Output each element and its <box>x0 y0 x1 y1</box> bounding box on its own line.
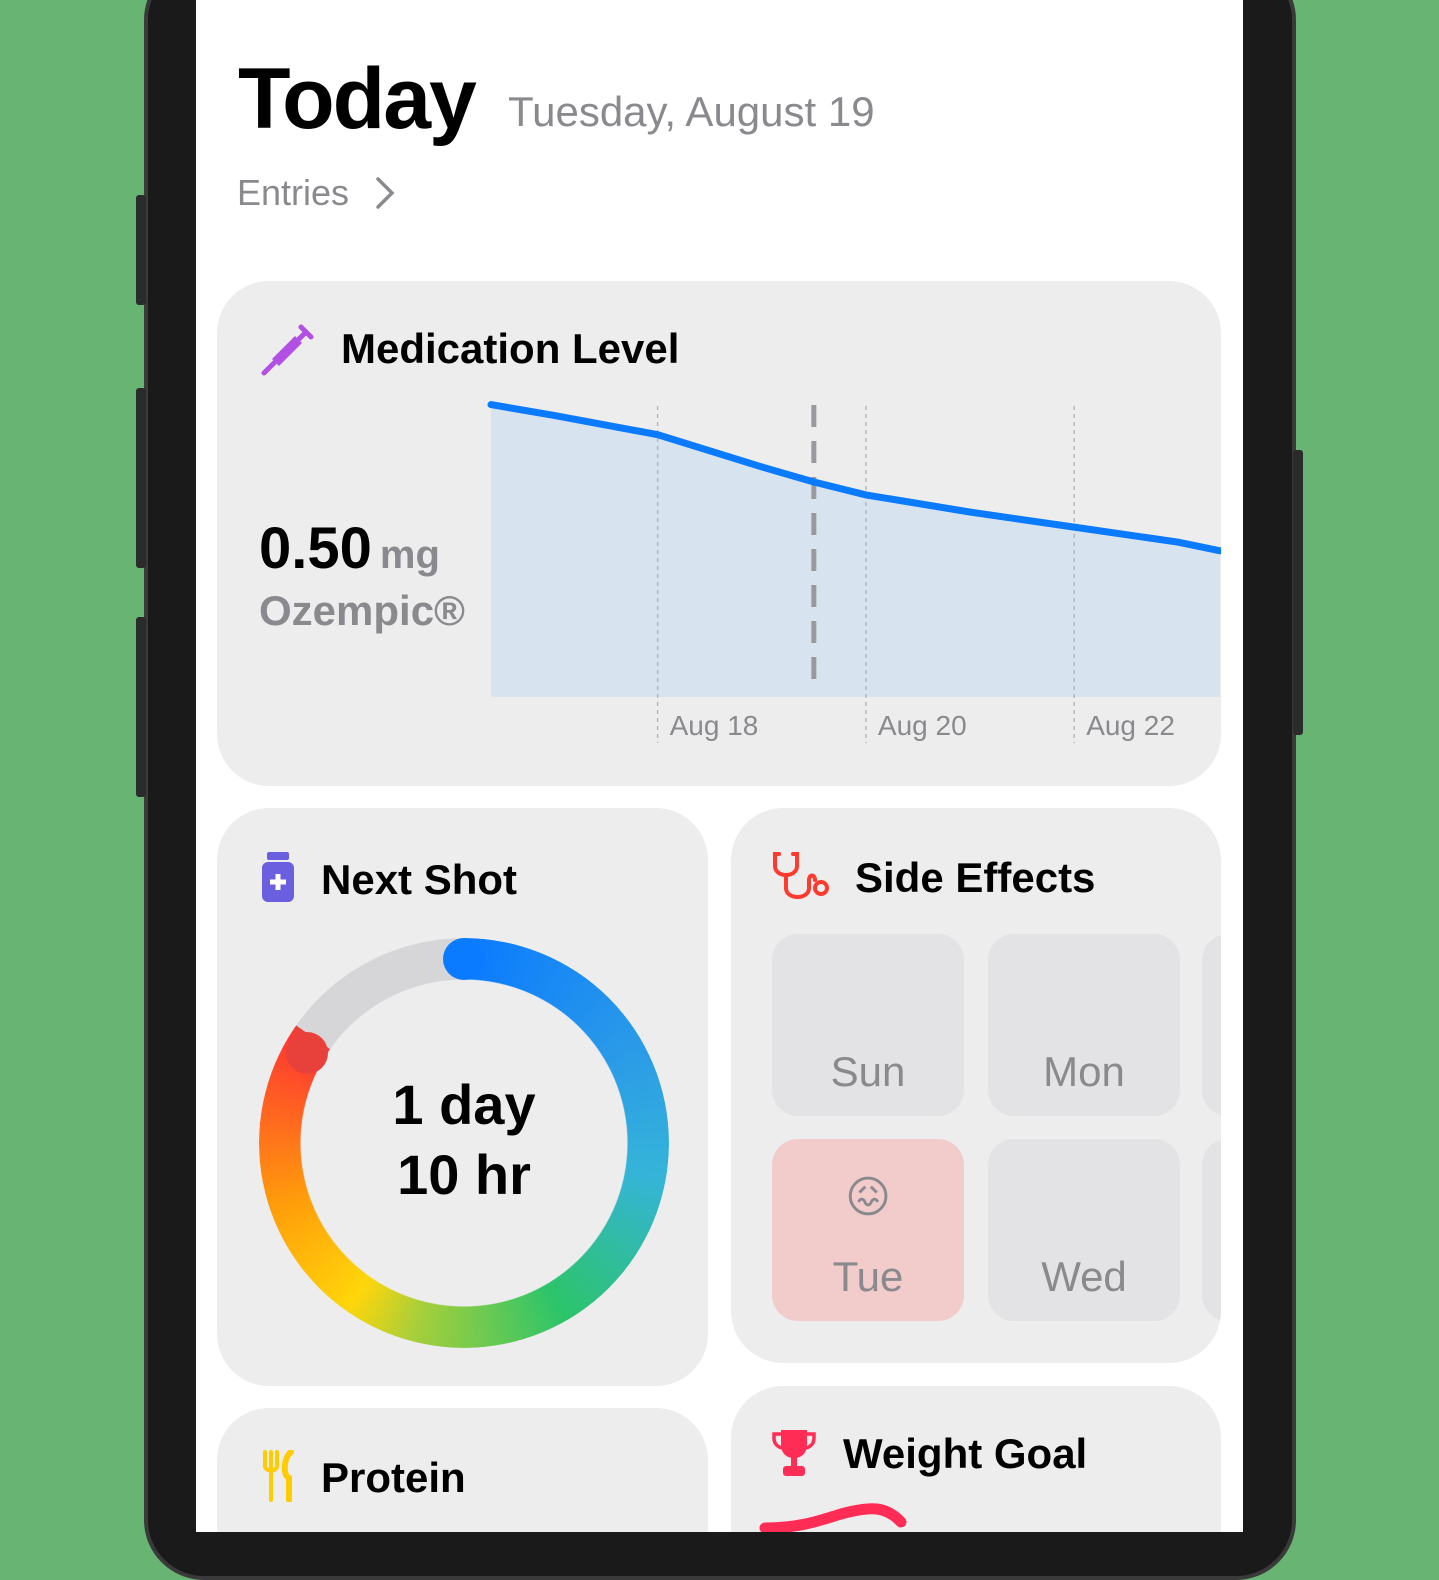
action-button[interactable] <box>136 195 146 305</box>
tick-label: Aug 20 <box>878 710 967 741</box>
card-title: Side Effects <box>855 854 1096 901</box>
chart-area <box>491 404 1220 697</box>
day-label: Sun <box>830 1048 906 1095</box>
screen: Today Tuesday, August 19 Entries Medicat… <box>196 0 1243 1532</box>
side-button[interactable] <box>1293 450 1303 735</box>
card-title: Weight Goal <box>843 1430 1088 1477</box>
day-tile-sun[interactable]: Sun <box>772 934 964 1116</box>
countdown-hours: 10 hr <box>397 1143 531 1206</box>
fork-knife-icon <box>263 1450 294 1502</box>
card-title: Protein <box>321 1454 466 1501</box>
protein-card[interactable]: Protein <box>217 1408 708 1532</box>
day-label: Tue <box>832 1253 904 1300</box>
ring-start-cap <box>443 938 485 980</box>
day-tile-wed[interactable]: Wed <box>988 1139 1180 1321</box>
weight-trend-line <box>759 1503 907 1532</box>
medication-chart: Aug 18 Aug 20 Aug 22 <box>487 401 1221 743</box>
page-title: Today <box>238 51 477 147</box>
tick-label: Aug 22 <box>1086 710 1175 741</box>
entries-label: Entries <box>237 172 350 213</box>
tick-label: Aug 18 <box>670 710 759 741</box>
vial-icon <box>262 852 294 902</box>
countdown-days: 1 day <box>392 1073 536 1136</box>
day-tile-next[interactable] <box>1202 1139 1221 1321</box>
stethoscope-icon <box>773 852 829 899</box>
day-tile-tue[interactable]: 😖 Tue <box>772 1139 964 1321</box>
entries-link[interactable]: Entries <box>237 172 395 214</box>
side-effects-card[interactable]: Side Effects Sun Mon 😖 Tue Wed <box>731 808 1221 1363</box>
weight-goal-card[interactable]: Weight Goal <box>731 1386 1221 1532</box>
card-title: Next Shot <box>321 856 518 903</box>
next-shot-card[interactable]: Next Shot 1 day 10 hr <box>217 808 708 1386</box>
countdown-text: 1 day 10 hr <box>259 1070 669 1210</box>
confounded-face-icon: 😖 <box>845 1173 891 1222</box>
day-tile-mon[interactable]: Mon <box>988 934 1180 1116</box>
page-date: Tuesday, August 19 <box>508 88 875 135</box>
volume-up-button[interactable] <box>136 388 146 568</box>
day-label: Mon <box>1043 1048 1125 1095</box>
trophy-icon <box>772 1430 816 1476</box>
medication-level-card[interactable]: Medication Level 0.50 mg Ozempic® Aug 18… <box>217 281 1221 786</box>
ring-end-cap <box>286 1032 328 1074</box>
chevron-right-icon <box>376 177 395 209</box>
volume-down-button[interactable] <box>136 617 146 797</box>
day-label: Wed <box>1041 1253 1127 1300</box>
day-tile-next[interactable] <box>1202 934 1221 1116</box>
